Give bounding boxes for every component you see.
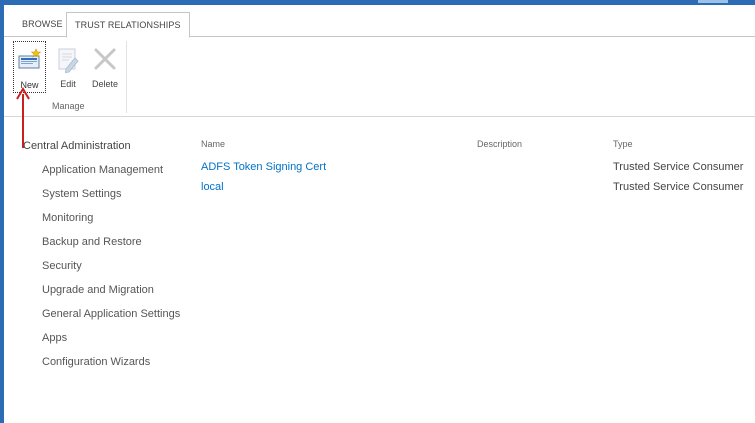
column-header-type[interactable]: Type [613,139,633,149]
nav-central-administration[interactable]: Central Administration [23,139,183,163]
ribbon-group-label: Manage [52,101,85,111]
tab-trust-relationships[interactable]: TRUST RELATIONSHIPS [66,12,190,38]
nav-item-security[interactable]: Security [23,259,183,273]
nav-item-general-application-settings[interactable]: General Application Settings [23,307,183,321]
trust-name-link[interactable]: local [201,181,224,193]
delete-button[interactable]: Delete [88,41,122,91]
new-document-icon [18,48,41,69]
trust-name-link[interactable]: ADFS Token Signing Cert [201,161,326,173]
table-row: local Trusted Service Consumer [201,181,755,199]
nav-item-monitoring[interactable]: Monitoring [23,211,183,225]
nav-item-configuration-wizards[interactable]: Configuration Wizards [23,355,183,369]
table-row: ADFS Token Signing Cert Trusted Service … [201,161,755,179]
delete-x-icon [94,48,116,70]
left-navigation: Central Administration Application Manag… [23,139,183,379]
delete-button-label: Delete [91,79,118,89]
ribbon: New Edit Delete Manage [4,37,755,117]
nav-item-apps[interactable]: Apps [23,331,183,345]
trust-type: Trusted Service Consumer [613,181,744,193]
window-top-accent [698,0,728,3]
nav-item-system-settings[interactable]: System Settings [23,187,183,201]
edit-document-icon [58,48,79,73]
column-header-name[interactable]: Name [201,139,225,149]
ribbon-tab-bar: BROWSE TRUST RELATIONSHIPS [4,5,755,38]
edit-button-label: Edit [60,79,76,89]
ribbon-group-divider [126,41,127,113]
tab-browse[interactable]: BROWSE [22,13,63,37]
column-header-description[interactable]: Description [477,139,522,149]
edit-button[interactable]: Edit [51,41,85,91]
nav-item-backup-and-restore[interactable]: Backup and Restore [23,235,183,249]
nav-item-upgrade-and-migration[interactable]: Upgrade and Migration [23,283,183,297]
nav-item-application-management[interactable]: Application Management [23,163,183,177]
trust-type: Trusted Service Consumer [613,161,744,173]
